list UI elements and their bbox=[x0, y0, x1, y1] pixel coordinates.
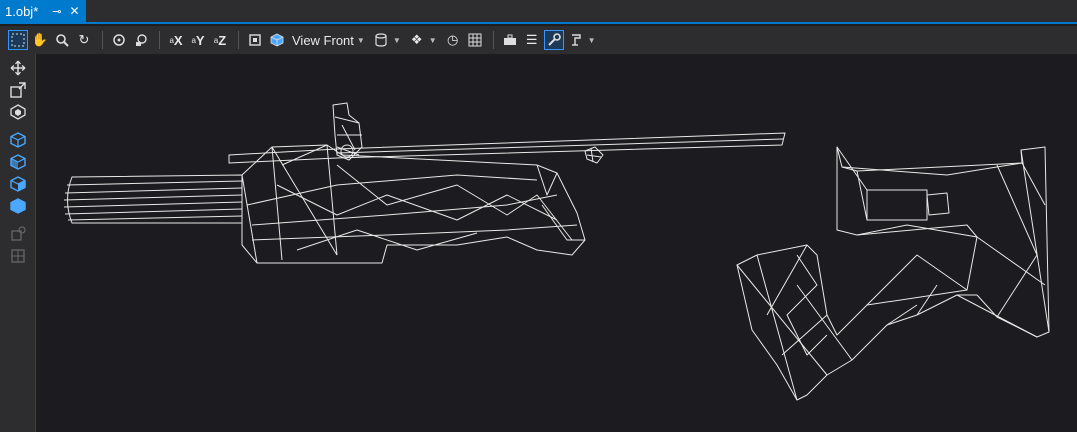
pin-icon[interactable]: ⊸ bbox=[52, 5, 61, 18]
orbit-icon[interactable] bbox=[109, 30, 129, 50]
hand-icon[interactable]: ✋ bbox=[30, 30, 50, 50]
close-icon[interactable]: ✕ bbox=[69, 4, 79, 18]
light-icon[interactable] bbox=[131, 30, 151, 50]
left-toolbar bbox=[0, 54, 36, 432]
separator bbox=[159, 31, 160, 49]
axis-z-icon[interactable]: aZ bbox=[210, 30, 230, 50]
cube-1-icon[interactable] bbox=[10, 132, 26, 148]
toolbox-icon[interactable] bbox=[500, 30, 520, 50]
fit-icon[interactable] bbox=[245, 30, 265, 50]
history-icon[interactable]: ◷ bbox=[443, 30, 463, 50]
wrench-icon[interactable] bbox=[543, 30, 564, 50]
axis-y-icon[interactable]: aY bbox=[188, 30, 208, 50]
disabled-2-icon bbox=[10, 248, 26, 264]
separator bbox=[492, 31, 494, 49]
wireframe-model bbox=[63, 102, 1050, 401]
mesh-icon[interactable] bbox=[10, 104, 26, 120]
cube-3-icon[interactable] bbox=[10, 176, 26, 192]
chevron-down-icon[interactable]: ▼ bbox=[357, 36, 365, 45]
paint-icon[interactable] bbox=[566, 30, 586, 50]
grid-icon[interactable] bbox=[465, 30, 485, 50]
separator bbox=[238, 31, 239, 49]
disabled-1-icon bbox=[10, 226, 26, 242]
chevron-down-icon[interactable]: ▼ bbox=[588, 36, 596, 45]
document-tab[interactable]: 1.obj* ⊸ ✕ bbox=[0, 0, 86, 22]
axis-x-icon[interactable]: aX bbox=[166, 30, 186, 50]
3d-viewport[interactable] bbox=[37, 55, 1077, 432]
tab-title: 1.obj* bbox=[5, 3, 39, 19]
database-icon[interactable] bbox=[371, 30, 391, 50]
move-icon[interactable] bbox=[10, 60, 26, 76]
zoom-icon[interactable] bbox=[52, 30, 72, 50]
separator bbox=[102, 31, 103, 49]
tab-bar: 1.obj* ⊸ ✕ bbox=[0, 0, 1077, 24]
chevron-down-icon[interactable]: ▼ bbox=[429, 36, 437, 45]
scale-icon[interactable] bbox=[10, 82, 26, 98]
rotate-icon[interactable]: ↻ bbox=[74, 30, 94, 50]
list-icon[interactable]: ☰ bbox=[522, 30, 542, 50]
cube-2-icon[interactable] bbox=[10, 154, 26, 170]
chevron-down-icon[interactable]: ▼ bbox=[393, 36, 401, 45]
cube-view-icon[interactable] bbox=[267, 30, 287, 50]
stock-part bbox=[736, 146, 1050, 401]
layers-icon[interactable]: ❖ bbox=[407, 30, 427, 50]
cube-4-icon[interactable] bbox=[10, 198, 26, 214]
barrel-part bbox=[63, 102, 786, 264]
select-rect-icon[interactable] bbox=[8, 30, 28, 50]
view-select[interactable]: View Front bbox=[292, 33, 354, 48]
toolbar: ✋ ↻ aX aY aZ View Front ▼ ▼ ❖ ▼ ◷ ☰ ▼ bbox=[0, 26, 1077, 54]
